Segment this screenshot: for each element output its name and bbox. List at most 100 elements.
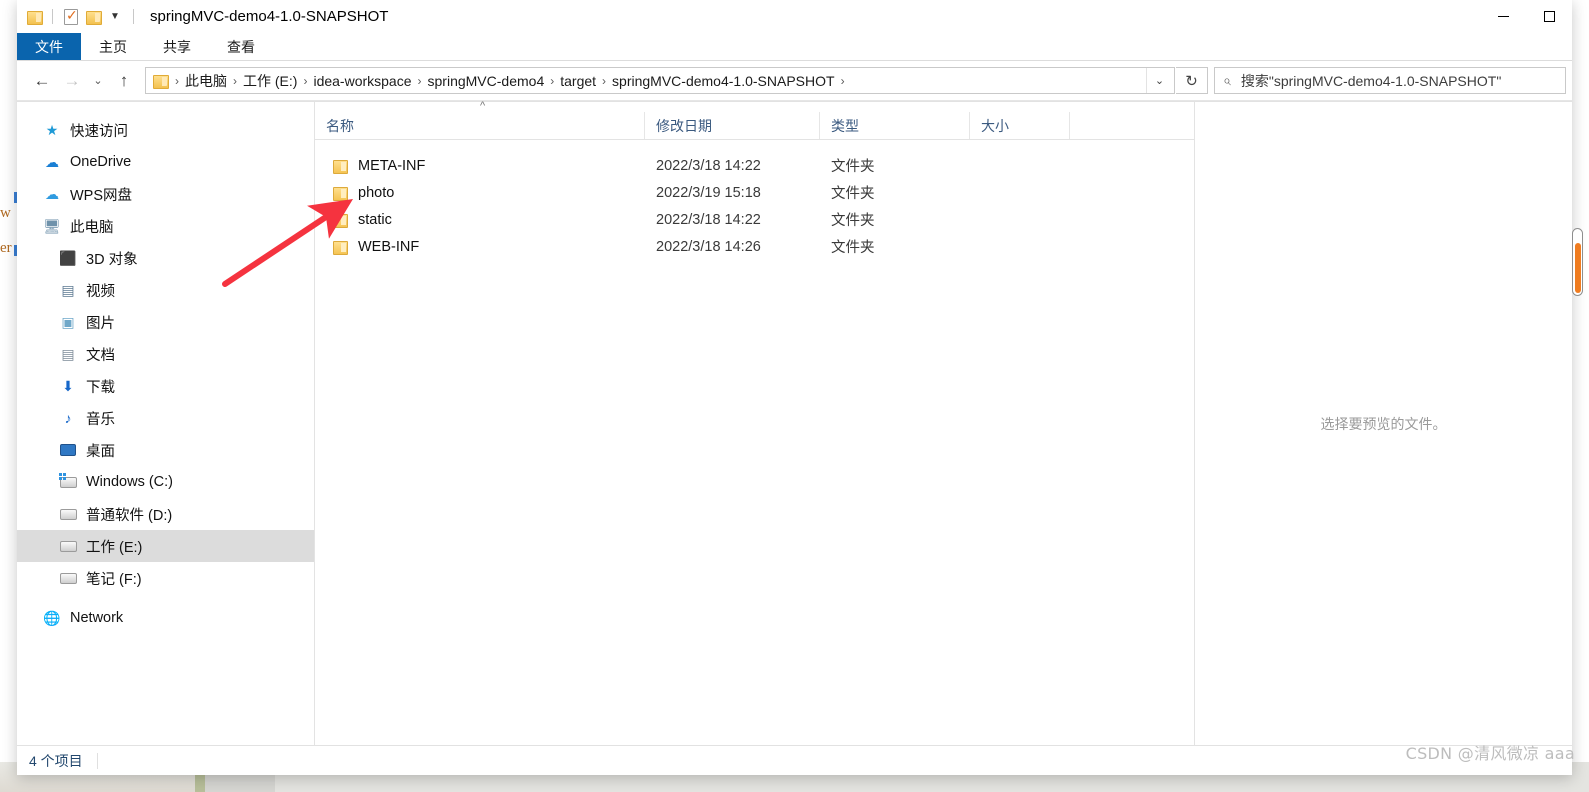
table-row[interactable]: static 2022/3/18 14:22 文件夹 [315,206,1194,233]
sidebar-item-drive-f[interactable]: 笔记 (F:) [17,562,314,594]
item-count: 4 个项目 [29,752,83,769]
file-type: 文件夹 [831,240,875,256]
maximize-button[interactable] [1526,0,1572,33]
sidebar-item-pictures[interactable]: ▣ 图片 [17,306,314,338]
sidebar-item-3d-objects[interactable]: ⬛ 3D 对象 [17,242,314,274]
tab-view[interactable]: 查看 [209,33,273,60]
minimize-button[interactable] [1480,0,1526,33]
wps-cloud-icon: ☁ [45,185,59,202]
sidebar-item-drive-c[interactable]: Windows (C:) [17,466,314,498]
status-divider [96,752,98,769]
sidebar-item-label: 图片 [86,315,115,332]
network-icon: 🌐 [43,609,61,626]
column-header-size[interactable]: 大小 [970,112,1070,139]
new-folder-icon[interactable] [82,6,104,28]
search-icon: ⌕ [1223,72,1231,88]
preview-pane: 选择要预览的文件。 [1195,102,1572,745]
address-dropdown-chevron-icon[interactable]: ⌄ [1146,68,1172,93]
background-text-fragment-1: w [0,205,11,221]
sidebar-item-label: 笔记 (F:) [86,571,142,588]
this-pc-icon: 🖥 [43,217,61,234]
window-body: ★ 快速访问 ☁ OneDrive ☁ WPS网盘 🖥 此电脑 ⬛ 3D 对象 … [17,101,1572,745]
breadcrumb: › 此电脑 › 工作 (E:) › idea-workspace › sprin… [174,69,1146,93]
column-header-date[interactable]: 修改日期 [645,112,820,139]
background-text-fragment-2: er [0,240,12,256]
csdn-watermark: CSDN @清风微凉 aaa [1405,744,1575,763]
properties-icon[interactable] [60,6,82,28]
breadcrumb-item-target[interactable]: target [555,71,601,91]
file-type: 文件夹 [831,213,875,229]
navigation-bar: ← → ⌄ ↑ › 此电脑 › 工作 (E:) › idea-workspace… [17,61,1572,101]
3d-objects-icon: ⬛ [59,249,77,266]
sidebar-item-drive-e[interactable]: 工作 (E:) [17,530,314,562]
recent-locations-chevron-icon[interactable]: ⌄ [87,66,109,96]
videos-icon: ▤ [61,281,75,298]
title-bar: ▼ springMVC-demo4-1.0-SNAPSHOT [17,0,1572,33]
file-type: 文件夹 [831,159,875,175]
folder-icon [333,240,348,255]
sidebar-item-quick-access[interactable]: ★ 快速访问 [17,114,314,146]
breadcrumb-item-drive-e[interactable]: 工作 (E:) [238,69,302,93]
sidebar-item-onedrive[interactable]: ☁ OneDrive [17,146,314,178]
file-date: 2022/3/19 15:18 [656,184,761,201]
window-controls [1480,0,1572,33]
desktop-icon [59,441,77,459]
titlebar-divider-2 [133,9,134,24]
sidebar-item-downloads[interactable]: ⬇ 下载 [17,370,314,402]
folder-icon[interactable] [23,6,45,28]
sidebar-item-drive-d[interactable]: 普通软件 (D:) [17,498,314,530]
table-row[interactable]: META-INF 2022/3/18 14:22 文件夹 [315,152,1194,179]
preview-message: 选择要预览的文件。 [1320,415,1447,432]
search-input[interactable]: ⌕ 搜索"springMVC-demo4-1.0-SNAPSHOT" [1214,67,1566,94]
sidebar-item-label: 文档 [86,347,115,364]
tab-home[interactable]: 主页 [81,33,145,60]
column-headers: 名称 修改日期 类型 大小 [315,112,1194,140]
up-icon[interactable]: ↑ [109,66,139,96]
file-date: 2022/3/18 14:26 [656,238,761,255]
tab-file[interactable]: 文件 [17,33,81,60]
sidebar-item-videos[interactable]: ▤ 视频 [17,274,314,306]
tab-share[interactable]: 共享 [145,33,209,60]
file-name-cell: WEB-INF [315,239,645,255]
column-header-type[interactable]: 类型 [820,112,970,139]
file-explorer-window: ▼ springMVC-demo4-1.0-SNAPSHOT 文件 主页 共享 … [17,0,1572,775]
file-name: photo [358,184,395,201]
page-scrollbar-thumb[interactable] [1575,243,1581,293]
customize-chevron-icon[interactable]: ▼ [104,6,126,28]
breadcrumb-separator-6: › [840,73,845,88]
sidebar-item-this-pc[interactable]: 🖥 此电脑 [17,210,314,242]
sidebar-item-wps-cloud[interactable]: ☁ WPS网盘 [17,178,314,210]
sidebar-item-documents[interactable]: ▤ 文档 [17,338,314,370]
sort-ascending-icon: ^ [480,100,486,112]
titlebar-divider-1 [52,9,53,24]
address-bar[interactable]: › 此电脑 › 工作 (E:) › idea-workspace › sprin… [145,67,1175,94]
sidebar-item-network[interactable]: 🌐 Network [17,602,314,634]
breadcrumb-item-snapshot[interactable]: springMVC-demo4-1.0-SNAPSHOT [607,71,840,91]
sidebar-item-label: 工作 (E:) [86,539,143,556]
back-icon[interactable]: ← [27,66,57,96]
downloads-icon: ⬇ [62,377,74,394]
drive-icon [59,537,77,555]
sidebar-item-label: 3D 对象 [86,251,138,268]
breadcrumb-item-springmvc-demo4[interactable]: springMVC-demo4 [423,71,550,91]
sidebar-item-music[interactable]: ♪ 音乐 [17,402,314,434]
drive-icon [59,505,77,523]
search-placeholder: 搜索"springMVC-demo4-1.0-SNAPSHOT" [1240,72,1502,89]
file-name-cell: META-INF [315,158,645,174]
sidebar-item-label: 视频 [86,283,115,300]
sidebar-item-label: 快速访问 [70,123,128,140]
forward-icon: → [63,70,81,90]
file-date: 2022/3/18 14:22 [656,157,761,174]
breadcrumb-item-this-pc[interactable]: 此电脑 [180,69,232,93]
sidebar-item-desktop[interactable]: 桌面 [17,434,314,466]
column-header-name[interactable]: 名称 [315,112,645,139]
page-scrollbar-track[interactable] [1572,228,1583,296]
breadcrumb-item-idea-workspace[interactable]: idea-workspace [308,71,416,91]
refresh-icon[interactable]: ↻ [1176,67,1208,94]
sidebar-item-label: 下载 [86,379,115,396]
pictures-icon: ▣ [61,313,75,330]
table-row[interactable]: WEB-INF 2022/3/18 14:26 文件夹 [315,233,1194,260]
sidebar-item-label: 普通软件 (D:) [86,507,173,524]
star-icon: ★ [45,121,59,138]
table-row[interactable]: photo 2022/3/19 15:18 文件夹 [315,179,1194,206]
